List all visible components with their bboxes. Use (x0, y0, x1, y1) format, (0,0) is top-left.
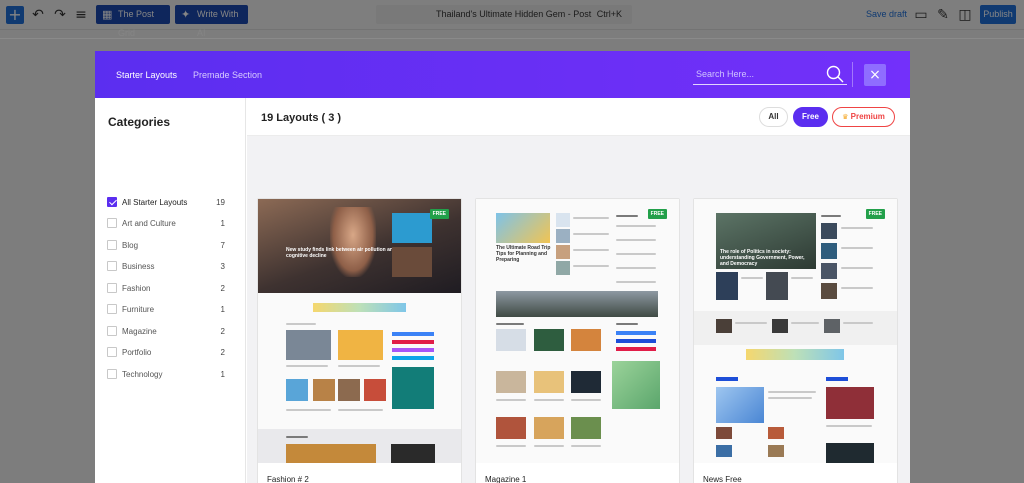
category-checkbox[interactable] (107, 218, 117, 228)
search-input[interactable] (696, 67, 816, 81)
category-checkbox[interactable] (107, 326, 117, 336)
category-count: 1 (220, 219, 225, 228)
category-count: 19 (216, 198, 225, 207)
category-count: 7 (220, 241, 225, 250)
filter-all-button[interactable]: All (759, 107, 788, 127)
category-portfolio[interactable]: Portfolio 2 (107, 346, 225, 360)
category-all-starter-layouts[interactable]: All Starter Layouts 19 (107, 196, 225, 210)
category-magazine[interactable]: Magazine 2 (107, 325, 225, 339)
layout-card-fashion-2[interactable]: New study finds link between air polluti… (257, 198, 462, 483)
write-with-ai-button[interactable]: ✦ Write With AI (175, 5, 248, 38)
category-count: 2 (220, 327, 225, 336)
grid-icon: ▦ (102, 8, 113, 21)
desktop-preview-icon[interactable]: ▭ (913, 7, 929, 23)
category-label: Art and Culture (122, 219, 176, 228)
free-badge: FREE (865, 209, 885, 219)
layout-card-news-free[interactable]: The role of Politics in society: underst… (693, 198, 898, 483)
shortcut-hint: Ctrl+K (596, 9, 622, 19)
category-technology[interactable]: Technology 1 (107, 368, 225, 382)
free-badge: FREE (647, 209, 667, 219)
layout-library-modal: Starter Layouts Premade Section × Catego… (95, 51, 910, 483)
category-furniture[interactable]: Furniture 1 (107, 303, 225, 317)
category-label: Business (122, 262, 155, 271)
layout-card-title: Fashion # 2 (267, 475, 309, 483)
category-label: Magazine (122, 327, 157, 336)
search-box (693, 63, 847, 85)
edit-icon[interactable]: ✎ (935, 7, 951, 23)
category-label: Furniture (122, 305, 155, 314)
search-icon[interactable] (825, 64, 845, 84)
category-count: 1 (220, 305, 225, 314)
tab-starter-layouts[interactable]: Starter Layouts (116, 70, 177, 80)
premium-label: Premium (850, 112, 885, 121)
document-title-bar[interactable]: Thailand's Ultimate Hidden Gem - Post Ct… (376, 5, 632, 24)
category-checkbox[interactable] (107, 347, 117, 357)
layout-card-magazine-1[interactable]: The Ultimate Road Trip Tips for Planning… (475, 198, 680, 483)
undo-icon[interactable]: ↶ (30, 7, 46, 23)
layouts-panel: 19 Layouts ( 3 ) All Free ♛ Premium New … (247, 98, 910, 483)
category-label: Fashion (122, 284, 151, 293)
layout-preview-image: The Ultimate Road Trip Tips for Planning… (476, 199, 679, 463)
header-divider (852, 62, 853, 87)
category-label: Technology (122, 370, 163, 379)
hero-headline: New study finds link between air polluti… (286, 247, 397, 259)
close-icon: × (869, 67, 881, 83)
publish-button[interactable]: Publish (980, 5, 1016, 24)
category-checkbox[interactable] (107, 240, 117, 250)
editor-toolbar: + ↶ ↷ ≡ ▦ The Post Grid ✦ Write With AI … (0, 0, 1024, 38)
free-badge: FREE (429, 209, 449, 219)
redo-icon[interactable]: ↷ (52, 7, 68, 23)
category-checkbox[interactable] (107, 261, 117, 271)
filter-premium-button[interactable]: ♛ Premium (832, 107, 895, 127)
category-checkbox[interactable] (107, 283, 117, 293)
crown-icon: ♛ (842, 113, 849, 121)
layouts-header: 19 Layouts ( 3 ) All Free ♛ Premium (247, 98, 910, 136)
layouts-count-heading: 19 Layouts ( 3 ) (261, 112, 342, 124)
category-checkbox[interactable] (107, 197, 117, 207)
category-count: 1 (220, 370, 225, 379)
category-business[interactable]: Business 3 (107, 260, 225, 274)
layout-preview-image: The role of Politics in society: underst… (694, 199, 897, 463)
tab-premade-section[interactable]: Premade Section (193, 70, 262, 80)
category-label: All Starter Layouts (122, 198, 188, 207)
modal-header: Starter Layouts Premade Section × (95, 51, 910, 98)
category-checkbox[interactable] (107, 304, 117, 314)
post-grid-button[interactable]: ▦ The Post Grid (96, 5, 170, 38)
layout-preview-image: New study finds link between air polluti… (258, 199, 461, 463)
category-label: Blog (122, 241, 139, 250)
layout-card-title: News Free (703, 475, 742, 483)
write-ai-label: Write With AI (197, 9, 239, 38)
category-checkbox[interactable] (107, 369, 117, 379)
sparkle-icon: ✦ (181, 8, 191, 21)
category-count: 3 (220, 262, 225, 271)
category-blog[interactable]: Blog 7 (107, 239, 225, 253)
post-grid-label: The Post Grid (118, 9, 155, 38)
list-view-icon[interactable]: ≡ (73, 7, 89, 23)
category-count: 2 (220, 348, 225, 357)
close-button[interactable]: × (864, 64, 886, 86)
category-fashion[interactable]: Fashion 2 (107, 282, 225, 296)
document-title: Thailand's Ultimate Hidden Gem - Post (436, 9, 592, 19)
category-count: 2 (220, 284, 225, 293)
category-art-and-culture[interactable]: Art and Culture 1 (107, 217, 225, 231)
sidebar-toggle-icon[interactable]: ◫ (957, 7, 973, 23)
layout-card-title: Magazine 1 (485, 475, 527, 483)
add-block-button[interactable]: + (6, 6, 24, 24)
filter-free-button[interactable]: Free (793, 107, 828, 127)
save-draft-button[interactable]: Save draft (866, 9, 907, 19)
hero-headline: The role of Politics in society: underst… (720, 249, 805, 267)
categories-sidebar: Categories All Starter Layouts 19 Art an… (95, 98, 246, 483)
hero-headline: The Ultimate Road Trip Tips for Planning… (496, 245, 551, 263)
category-label: Portfolio (122, 348, 152, 357)
categories-title: Categories (108, 115, 171, 129)
editor-canvas-divider (0, 38, 1024, 39)
